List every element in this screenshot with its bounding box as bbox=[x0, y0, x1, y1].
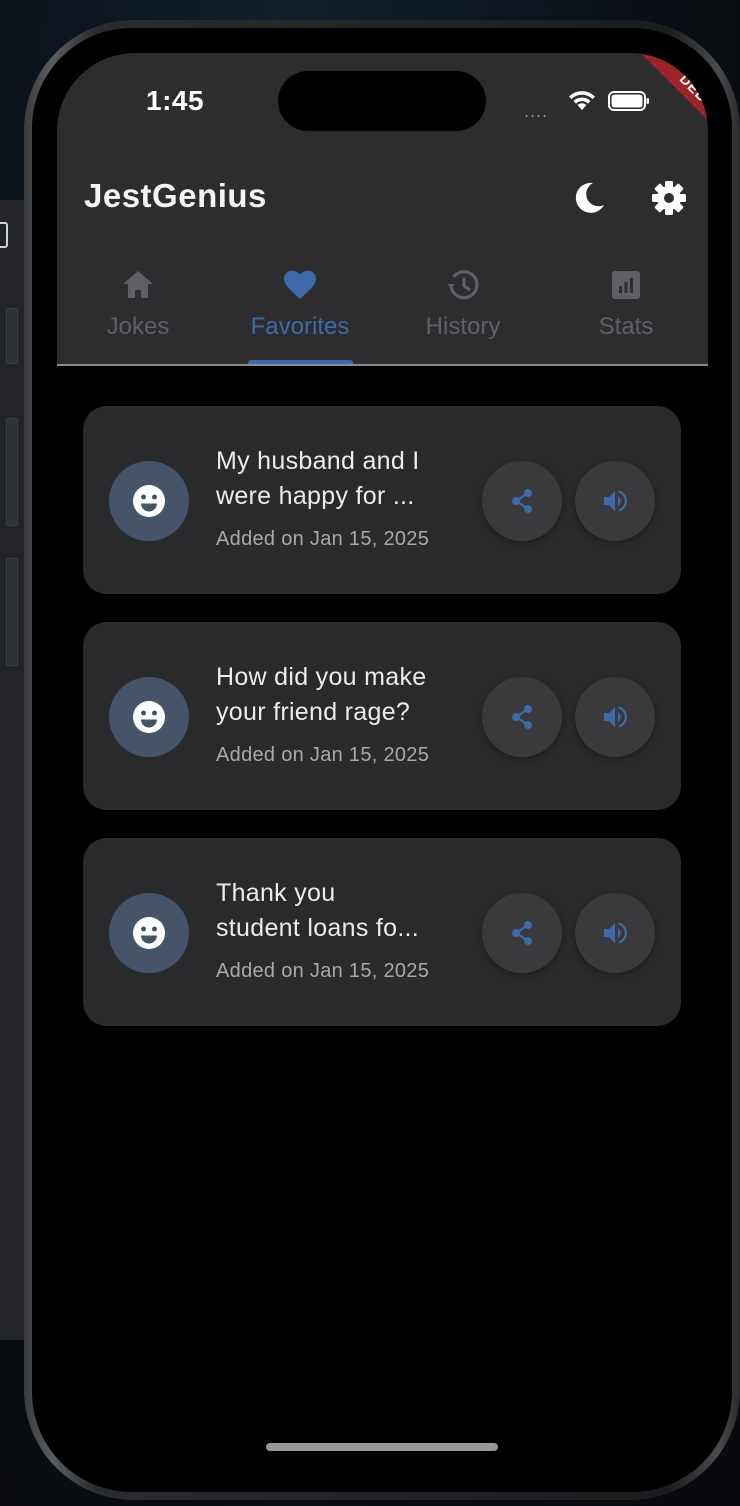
share-button[interactable] bbox=[482, 893, 562, 973]
smiley-icon bbox=[133, 917, 165, 949]
share-icon bbox=[512, 489, 532, 513]
bar-chart-icon bbox=[612, 271, 640, 299]
joke-avatar bbox=[109, 677, 189, 757]
tab-history[interactable]: History bbox=[382, 263, 544, 363]
joke-avatar bbox=[109, 893, 189, 973]
joke-added-date: Added on Jan 15, 2025 bbox=[216, 960, 430, 982]
favorite-joke-card[interactable]: My husband and I were happy for ... Adde… bbox=[83, 406, 681, 594]
joke-text: Thank you student loans fo... bbox=[216, 876, 464, 946]
favorite-joke-card[interactable]: How did you make your friend rage? Added… bbox=[83, 622, 681, 810]
status-time: 1:45 bbox=[146, 85, 205, 116]
share-button[interactable] bbox=[482, 461, 562, 541]
gear-icon bbox=[652, 181, 686, 215]
share-icon bbox=[512, 921, 532, 945]
joke-text-line: Thank you bbox=[216, 879, 336, 907]
desktop-panel-slot bbox=[6, 418, 18, 526]
battery-icon bbox=[608, 91, 649, 111]
home-icon bbox=[123, 271, 153, 298]
joke-text: How did you make your friend rage? bbox=[216, 660, 464, 730]
app-bar: 1:45 .... DEBUG JestGenius Jokes Favorit… bbox=[57, 53, 708, 366]
dynamic-island bbox=[278, 71, 486, 131]
tab-bar-divider bbox=[57, 364, 708, 366]
joke-text: My husband and I were happy for ... bbox=[216, 444, 464, 514]
joke-avatar bbox=[109, 461, 189, 541]
smiley-icon bbox=[133, 485, 165, 517]
joke-text-line: student loans fo... bbox=[216, 914, 420, 942]
tab-jokes[interactable]: Jokes bbox=[57, 263, 219, 363]
volume-icon bbox=[604, 922, 627, 944]
share-icon bbox=[512, 705, 532, 729]
heart-icon bbox=[284, 270, 316, 299]
joke-added-date: Added on Jan 15, 2025 bbox=[216, 528, 430, 550]
desktop-panel-slot bbox=[6, 308, 18, 364]
joke-text-line: How did you make bbox=[216, 663, 427, 691]
home-indicator[interactable] bbox=[266, 1443, 498, 1451]
cellular-signal-icon: .... bbox=[524, 101, 549, 121]
joke-added-date: Added on Jan 15, 2025 bbox=[216, 744, 430, 766]
share-button[interactable] bbox=[482, 677, 562, 757]
history-icon bbox=[447, 270, 479, 300]
tab-label: Stats bbox=[598, 313, 654, 340]
joke-text-line: My husband and I bbox=[216, 447, 420, 475]
tab-favorites[interactable]: Favorites bbox=[219, 263, 381, 363]
tab-label: History bbox=[425, 313, 501, 340]
moon-icon bbox=[575, 182, 604, 213]
desktop-panel-slot bbox=[6, 558, 18, 666]
volume-icon bbox=[604, 706, 627, 728]
speak-joke-button[interactable] bbox=[575, 461, 655, 541]
speak-joke-button[interactable] bbox=[575, 677, 655, 757]
joke-text-line: were happy for ... bbox=[216, 482, 415, 510]
joke-text-line: your friend rage? bbox=[216, 698, 411, 726]
favorite-joke-card[interactable]: Thank you student loans fo... Added on J… bbox=[83, 838, 681, 1026]
theme-toggle-button[interactable] bbox=[566, 175, 612, 221]
settings-button[interactable] bbox=[646, 175, 692, 221]
tab-bar: Jokes Favorites History Stats bbox=[57, 263, 708, 365]
volume-icon bbox=[604, 490, 627, 512]
phone-screen: 1:45 .... DEBUG JestGenius Jokes Favorit… bbox=[57, 53, 708, 1467]
wifi-icon bbox=[569, 91, 595, 110]
desktop-checkbox[interactable] bbox=[0, 222, 8, 248]
smiley-icon bbox=[133, 701, 165, 733]
desktop-side-panel bbox=[0, 200, 25, 1340]
tab-label: Jokes bbox=[106, 313, 170, 340]
tab-stats[interactable]: Stats bbox=[545, 263, 707, 363]
speak-joke-button[interactable] bbox=[575, 893, 655, 973]
tab-label: Favorites bbox=[250, 313, 350, 340]
app-title: JestGenius bbox=[84, 177, 267, 214]
